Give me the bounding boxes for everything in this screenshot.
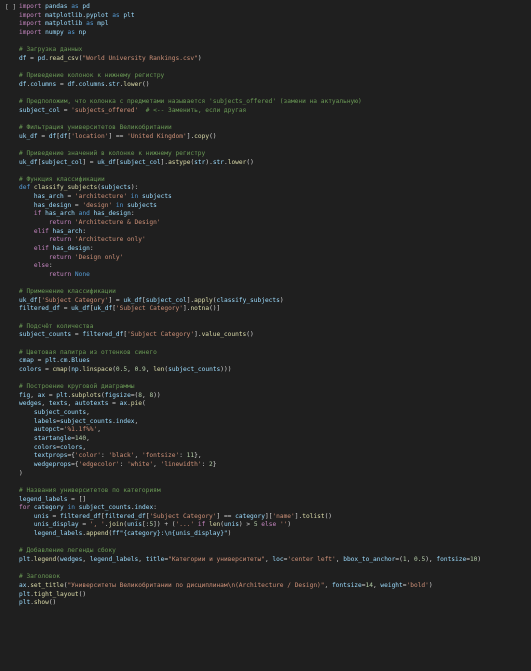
code-line: def classify_subjects(subjects): (19, 184, 139, 192)
code-line: has_arch = 'architecture' in subjects (33, 193, 172, 201)
code-line: df.columns = df.columns.str.lower() (19, 80, 150, 88)
code-line: uk_df = df[df['location'] == 'United Kin… (19, 132, 217, 140)
code-line: return None (48, 270, 90, 278)
code-line: # Применение классификации (19, 288, 116, 296)
code-line: return 'Design only' (48, 253, 124, 261)
run-cell-button[interactable]: [ ] (5, 4, 16, 11)
code-line: # Заголовок (19, 573, 60, 581)
code-line: # Названия университетов по категориям (19, 486, 161, 494)
code-line: # Загрузка данных (19, 46, 83, 54)
code-line: autopct='%1.1f%%', (33, 426, 101, 434)
code-line: plt.tight_layout() (19, 590, 87, 598)
code-line: fig, ax = plt.subplots(figsize=(8, 8)) (19, 391, 161, 399)
code-line: df = pd.read_csv("World University Ranki… (19, 54, 202, 62)
code-line: colors = cmap(np.linspace(0.5, 0.9, len(… (19, 365, 232, 373)
code-line: import matplotlib as mpl (19, 20, 109, 28)
code-line: ) (19, 469, 23, 477)
code-line: subject_counts, (33, 409, 90, 417)
code-line: legend_labels.append(ff"{category}:\n{un… (33, 530, 232, 538)
code-line: cmap = plt.cm.Blues (19, 357, 90, 365)
code-line: # Подсчёт количества (19, 322, 94, 330)
code-line: # Предположим, что колонка с предметами … (19, 98, 362, 106)
code-line: # Фильтрация университетов Великобритани… (19, 123, 172, 131)
code-line: else: (33, 262, 53, 270)
code-line: elif has_design: (33, 244, 94, 252)
code-line: # Приведение значений в колонке к нижнем… (19, 149, 206, 157)
code-line: if has_arch and has_design: (33, 210, 135, 218)
code-line: subject_counts = filtered_df['Subject Ca… (19, 331, 254, 339)
code-line: for category in subject_counts.index: (19, 504, 157, 512)
code-line: plt.legend(wedges, legend_labels, title=… (19, 556, 482, 563)
code-editor[interactable]: import pandas as pd import matplotlib.pyp… (19, 3, 529, 671)
code-line: legend_labels = [] (19, 495, 87, 503)
code-line: startangle=140, (33, 435, 90, 443)
code-line: wedges, texts, autotexts = ax.pie( (19, 400, 146, 408)
code-line: unis = filtered_df[filtered_df['Subject … (33, 512, 333, 520)
code-line: import numpy as np (19, 28, 87, 36)
code-line: # Построение круговой диаграммы (19, 383, 135, 391)
code-line: uk_df['Subject Category'] = uk_df[subjec… (19, 296, 284, 304)
code-line: plt.show() (19, 599, 57, 607)
code-line: wedgeprops={'edgecolor': 'white', 'linew… (33, 460, 217, 468)
code-line: unis_display = ', '.join(unis[:5]) + ('.… (33, 521, 292, 529)
code-line: import matplotlib.pyplot as plt (19, 11, 135, 19)
code-line: import pandas as pd (19, 3, 90, 10)
code-line: ax.set_title("Университеты Великобритани… (19, 581, 433, 589)
code-line: has_design = 'design' in subjects (33, 201, 157, 209)
code-line: labels=subject_counts.index, (33, 417, 139, 425)
code-line: # Приведение колонок к нижнему регистру (19, 72, 165, 80)
code-line: # Добавление легенды сбоку (19, 547, 116, 555)
code-line: uk_df[subject_col] = uk_df[subject_col].… (19, 158, 254, 166)
code-line: subject_col = 'subjects_offered' # <-- З… (19, 106, 247, 114)
code-line: return 'Architecture & Design' (48, 219, 161, 227)
notebook-code-cell[interactable]: [ ] import pandas as pd import matplotlib… (0, 0, 531, 671)
code-line: filtered_df = uk_df[uk_df['Subject Categ… (19, 305, 221, 313)
code-line: # Цветовая палитра из оттенков синего (19, 348, 157, 356)
code-line: textprops={'color': 'black', 'fontsize':… (33, 452, 202, 460)
code-line: elif has_arch: (33, 227, 87, 235)
code-line: colors=colors, (33, 443, 87, 451)
code-line: # Функция классификации (19, 175, 105, 183)
code-line: return 'Architecture only' (48, 236, 146, 244)
